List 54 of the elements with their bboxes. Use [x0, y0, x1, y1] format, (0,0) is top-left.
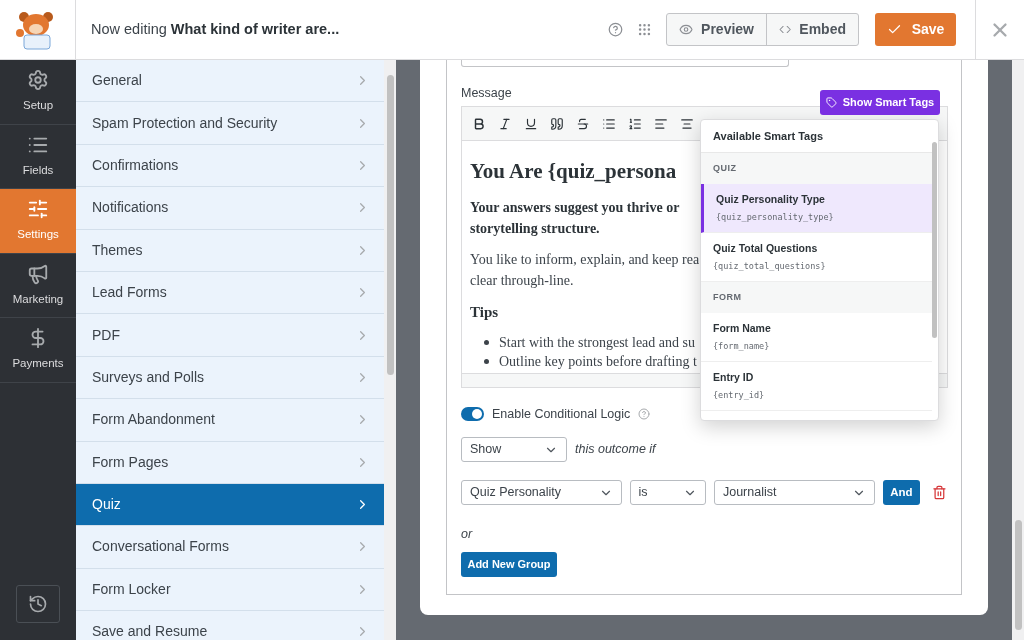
condition-text: this outcome if	[575, 441, 656, 459]
bold-icon[interactable]	[472, 116, 486, 131]
scrollbar-thumb[interactable]	[386, 75, 394, 375]
toggle-switch[interactable]	[461, 407, 484, 421]
message-heading: You Are {quiz_persona	[470, 158, 677, 185]
strikethrough-icon[interactable]	[576, 116, 590, 131]
or-label: or	[461, 527, 473, 541]
tag-icon	[825, 97, 837, 108]
bullet-text: Outline key points before drafting t	[499, 353, 697, 371]
message-text: clear through-line.	[470, 272, 574, 290]
group-heading: QUIZ	[713, 161, 737, 175]
smart-tag-item[interactable]: Entry ID {entry_id}	[701, 362, 932, 411]
history-button[interactable]	[16, 585, 60, 623]
action-select[interactable]: Show	[461, 437, 567, 462]
gear-icon	[27, 69, 49, 92]
operator-select[interactable]: is	[629, 480, 706, 505]
preview-button[interactable]: Preview	[667, 14, 767, 45]
smart-tag-item[interactable]: Form Name {form_name}	[701, 313, 932, 362]
group-heading: FORM	[713, 290, 742, 304]
megaphone-icon	[27, 262, 49, 285]
italic-icon[interactable]	[498, 116, 512, 131]
align-left-icon[interactable]	[654, 116, 668, 131]
and-button[interactable]: And	[882, 480, 921, 505]
value-select[interactable]: Journalist	[713, 480, 875, 505]
editing-title: Now editing What kind of writer are...	[91, 19, 340, 39]
field-label: Message	[461, 86, 512, 100]
bullet-list-icon[interactable]	[602, 116, 616, 131]
eye-icon	[679, 22, 694, 37]
message-text: storytelling structure.	[470, 220, 600, 238]
settings-menu-item[interactable]: Quiz	[76, 483, 384, 527]
show-smart-tags-button[interactable]: Show Smart Tags	[820, 90, 940, 115]
bullet-text: Start with the strongest lead and su	[499, 334, 695, 352]
align-center-icon[interactable]	[680, 116, 694, 131]
smart-tag-item[interactable]: Quiz Personality Type {quiz_personality_type}	[701, 184, 932, 233]
quote-icon[interactable]	[550, 116, 564, 131]
delete-icon[interactable]	[932, 485, 947, 500]
scrollbar-thumb[interactable]	[932, 142, 937, 338]
embed-button[interactable]: Embed	[767, 14, 858, 45]
scrollbar-thumb[interactable]	[1014, 520, 1022, 630]
help-icon[interactable]	[608, 22, 623, 37]
input-field[interactable]	[461, 60, 789, 67]
grid-icon[interactable]	[637, 22, 652, 37]
add-new-group-button[interactable]: Add New Group	[461, 552, 557, 577]
numbered-list-icon[interactable]	[628, 116, 642, 131]
history-icon	[28, 594, 48, 614]
toggle-label: Enable Conditional Logic	[492, 405, 631, 423]
bullet-icon	[484, 340, 489, 345]
underline-icon[interactable]	[524, 116, 538, 131]
message-text: Your answers suggest you thrive or	[470, 199, 680, 217]
message-text: Tips	[470, 303, 499, 322]
field-select[interactable]: Quiz Personality	[461, 480, 622, 505]
sliders-icon	[27, 198, 49, 221]
bullet-icon	[484, 359, 489, 364]
message-text: You like to inform, explain, and keep rea	[470, 251, 700, 269]
